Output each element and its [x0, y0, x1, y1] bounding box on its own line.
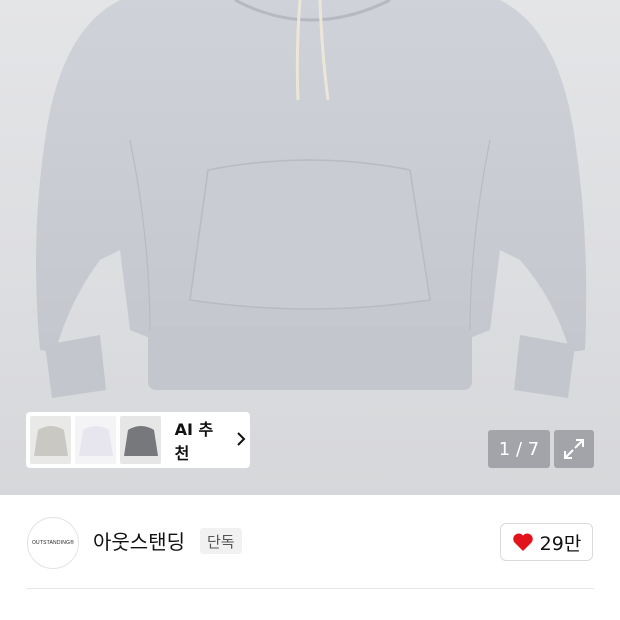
- image-counter: 1 / 7: [488, 430, 550, 468]
- heart-icon: [512, 533, 533, 551]
- expand-icon[interactable]: [554, 430, 594, 468]
- chevron-right-icon[interactable]: [236, 431, 246, 450]
- exclusive-badge: 단독: [200, 528, 242, 554]
- like-button[interactable]: 29만: [500, 523, 593, 561]
- divider: [26, 588, 594, 589]
- ai-recommendation-label[interactable]: AI 추천: [175, 416, 226, 464]
- white-hoodie-thumb[interactable]: [74, 416, 116, 464]
- like-count: 29만: [539, 532, 582, 555]
- brand-name[interactable]: 아웃스탠딩: [93, 526, 185, 555]
- charcoal-hoodie-thumb[interactable]: [119, 416, 161, 464]
- brand-logo[interactable]: OUTSTANDING®: [27, 517, 79, 569]
- gray-hoodie-thumb[interactable]: [30, 416, 71, 464]
- ai-recommendation-bar[interactable]: AI 추천: [26, 412, 250, 468]
- product-image-gallery[interactable]: AI 추천 1 / 7: [0, 0, 620, 495]
- brand-row: OUTSTANDING® 아웃스탠딩 단독 29만: [0, 495, 620, 590]
- brand-logo-text: OUTSTANDING®: [31, 540, 75, 546]
